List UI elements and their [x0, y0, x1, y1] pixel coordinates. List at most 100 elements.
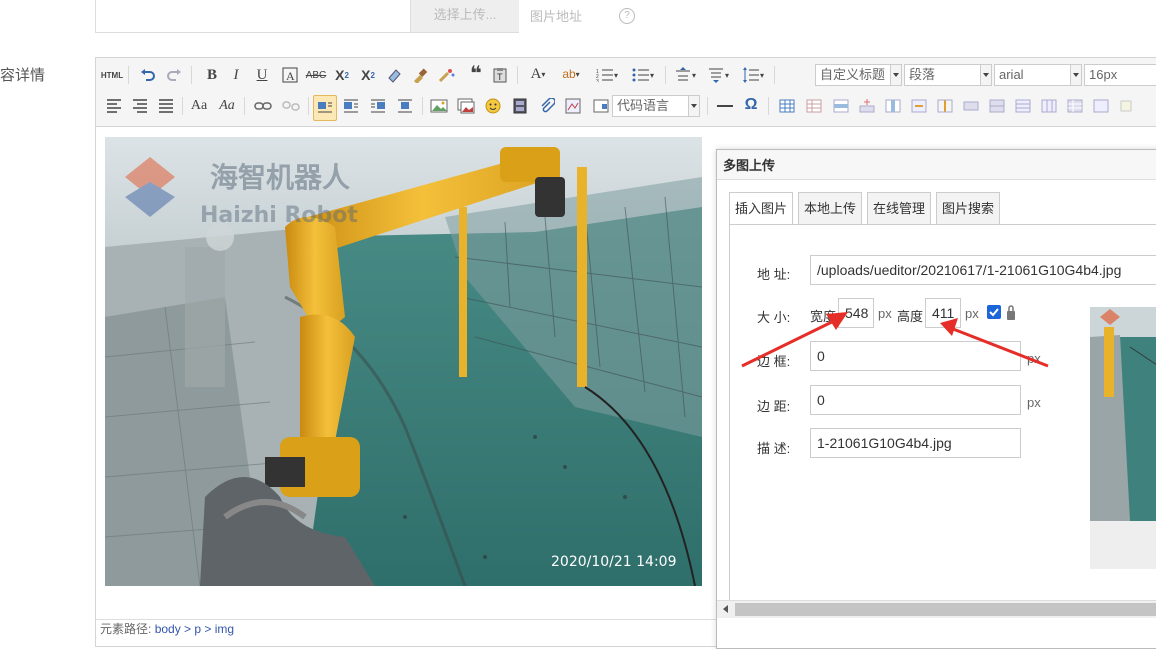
delete-table-icon[interactable] — [803, 96, 825, 116]
image-center-icon[interactable] — [394, 96, 416, 116]
lock-icon — [1006, 305, 1016, 321]
merge-right-icon[interactable] — [960, 96, 982, 116]
dialog-horizontal-scrollbar[interactable] — [717, 600, 1156, 618]
unlink-icon[interactable] — [280, 96, 302, 116]
help-icon[interactable]: ? — [619, 8, 635, 24]
format-brush-icon[interactable] — [410, 65, 430, 85]
insert-table-icon[interactable] — [776, 96, 798, 116]
border-label: 边 框: — [757, 354, 791, 369]
insert-col-icon[interactable] — [882, 96, 904, 116]
superscript-icon[interactable]: X2 — [332, 65, 352, 85]
photo-timestamp: 2020/10/21 14:09 — [551, 554, 677, 570]
insert-image-icon[interactable] — [428, 96, 450, 116]
redo-icon[interactable] — [164, 65, 184, 85]
auto-typeset-icon[interactable] — [436, 65, 460, 85]
ordered-list-icon[interactable]: 1 2 3 ▾ — [592, 65, 622, 85]
cell-props-icon[interactable] — [1090, 96, 1112, 116]
image-preview — [1090, 307, 1156, 521]
address-label: 地 址: — [757, 267, 791, 282]
svg-text:T: T — [497, 72, 503, 82]
width-label: 宽度 — [810, 309, 837, 324]
scroll-left-arrow-icon[interactable] — [723, 605, 728, 613]
justify-icon[interactable] — [156, 96, 176, 116]
border-input[interactable]: 0 — [810, 341, 1021, 371]
split-rows-icon[interactable] — [1012, 96, 1034, 116]
highlight-icon[interactable]: ab ▾ — [556, 64, 586, 84]
margin-label: 边 距: — [757, 399, 791, 414]
eraser-icon[interactable] — [384, 65, 404, 85]
paragraph-select[interactable]: 段落 — [904, 64, 992, 86]
tab-online-manage[interactable]: 在线管理 — [867, 192, 931, 224]
height-label: 高度 — [897, 309, 924, 324]
table-props-icon[interactable] — [1064, 96, 1086, 116]
line-height-icon[interactable]: ▾ — [738, 65, 768, 85]
table-sort-icon[interactable] — [1116, 96, 1138, 116]
row-spacing-bottom-icon[interactable]: ▾ — [704, 65, 732, 85]
width-unit: px — [878, 306, 892, 321]
italic-icon[interactable]: I — [226, 65, 246, 85]
svg-text:A: A — [286, 69, 295, 83]
insert-paragraph-table-icon[interactable] — [856, 96, 878, 116]
height-unit: px — [965, 306, 979, 321]
font-border-icon[interactable]: A — [280, 65, 300, 85]
tab-local-upload[interactable]: 本地上传 — [798, 192, 862, 224]
paste-plain-icon[interactable]: T — [490, 65, 510, 85]
horizontal-rule-icon[interactable] — [714, 96, 736, 116]
size-label: 大 小: — [757, 310, 791, 325]
bold-icon[interactable]: B — [202, 65, 222, 85]
split-cols-icon[interactable] — [1038, 96, 1060, 116]
lock-ratio-checkbox[interactable] — [987, 305, 1001, 319]
special-char-icon[interactable]: Ω — [740, 95, 762, 115]
element-path-bar: 元素路径: body > p > img — [96, 619, 720, 636]
svg-text:3: 3 — [596, 79, 599, 82]
address-input[interactable]: /uploads/ueditor/20210617/1-21061G10G4b4… — [810, 255, 1156, 285]
border-unit: px — [1027, 351, 1041, 366]
html-source-icon[interactable]: HTML — [101, 65, 123, 85]
image-none-float-icon[interactable] — [313, 95, 337, 121]
font-size-select[interactable]: 16px — [1084, 64, 1156, 86]
split-cells-icon[interactable] — [934, 96, 956, 116]
insert-frame-icon[interactable] — [590, 96, 612, 116]
element-path-label: 元素路径: — [100, 622, 152, 636]
tab-insert-image[interactable]: 插入图片 — [729, 192, 793, 226]
description-input[interactable]: 1-21061G10G4b4.jpg — [810, 428, 1021, 458]
height-input[interactable]: 411 — [925, 298, 961, 328]
blockquote-icon[interactable]: ❝ — [466, 63, 486, 85]
insert-row-icon[interactable] — [830, 96, 852, 116]
underline-icon[interactable]: U — [252, 65, 272, 85]
scrawl-icon[interactable] — [562, 96, 584, 116]
link-icon[interactable] — [252, 96, 274, 116]
custom-title-select[interactable]: 自定义标题 — [815, 64, 902, 86]
content-detail-label: 容详情 — [0, 67, 46, 84]
merge-down-icon[interactable] — [986, 96, 1008, 116]
inserted-robot-photo[interactable]: 海智机器人 Haizhi Robot 2020/10/21 14:09 — [105, 137, 702, 586]
insert-video-icon[interactable] — [509, 96, 531, 116]
rtl-text-icon[interactable]: Aa — [216, 96, 238, 116]
margin-input[interactable]: 0 — [810, 385, 1021, 415]
image-left-float-icon[interactable] — [340, 96, 362, 116]
tab-image-search[interactable]: 图片搜索 — [936, 192, 1000, 224]
scrollbar-thumb[interactable] — [735, 603, 1156, 616]
margin-unit: px — [1027, 395, 1041, 410]
width-input[interactable]: 548 — [838, 298, 874, 328]
emotion-icon[interactable] — [482, 96, 504, 116]
merge-cells-icon[interactable] — [908, 96, 930, 116]
undo-icon[interactable] — [138, 65, 158, 85]
multi-image-icon[interactable] — [455, 96, 477, 116]
element-path-links[interactable]: body > p > img — [155, 622, 234, 636]
description-label: 描 述: — [757, 441, 791, 456]
align-right-icon[interactable] — [130, 96, 150, 116]
font-family-select[interactable]: arial — [994, 64, 1082, 86]
font-color-icon[interactable]: A ▾ — [524, 64, 552, 84]
image-right-float-icon[interactable] — [367, 96, 389, 116]
row-spacing-top-icon[interactable]: ▾ — [671, 65, 699, 85]
subscript-icon[interactable]: X2 — [358, 65, 378, 85]
watermark-cn: 海智机器人 — [210, 161, 350, 194]
unordered-list-icon[interactable]: ▾ — [628, 65, 658, 85]
strikethrough-icon[interactable]: ABC — [305, 65, 327, 85]
choose-upload-button[interactable]: 选择上传... — [410, 0, 519, 32]
attachment-icon[interactable] — [536, 96, 558, 116]
ltr-text-icon[interactable]: Aa — [188, 96, 210, 116]
code-language-select[interactable]: 代码语言 — [612, 95, 700, 117]
align-left-icon[interactable] — [104, 96, 124, 116]
